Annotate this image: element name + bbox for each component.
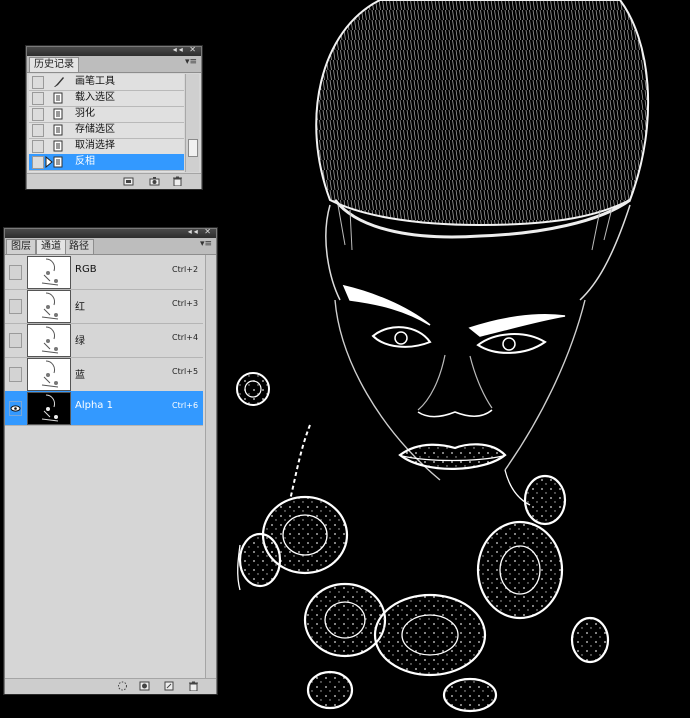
history-item-label: 羽化 <box>75 108 95 119</box>
collapse-close-controls[interactable]: ◂◂ ✕ <box>188 227 213 236</box>
channel-shortcut: Ctrl+5 <box>172 367 199 376</box>
history-panel-titlebar[interactable]: ◂◂ ✕ <box>27 45 201 56</box>
history-brush-source-checkbox[interactable] <box>32 92 44 105</box>
history-brush-source-checkbox[interactable] <box>32 76 44 89</box>
visibility-toggle[interactable] <box>9 265 22 280</box>
history-list: 画笔工具 载入选区 羽化 存储选区 取消选择 反相 <box>29 74 184 172</box>
channels-panel: ◂◂ ✕ 图层 通道 路径 ▾≡ RGB Ctrl+2 红 Ctrl+3 绿 C… <box>4 227 217 694</box>
channels-tab-bar: 图层 通道 路径 ▾≡ <box>5 238 216 255</box>
history-bottom-bar <box>27 173 201 189</box>
history-item[interactable]: 取消选择 <box>29 138 184 155</box>
channel-thumbnail <box>27 256 71 289</box>
channel-name: RGB <box>75 264 97 275</box>
panel-menu-icon[interactable]: ▾≡ <box>200 239 212 249</box>
history-item[interactable]: 羽化 <box>29 106 184 123</box>
visibility-toggle[interactable] <box>9 367 22 382</box>
channel-thumbnail <box>27 358 71 391</box>
history-step-icon <box>53 108 64 120</box>
history-step-icon <box>53 92 64 104</box>
channel-shortcut: Ctrl+2 <box>172 265 199 274</box>
new-channel-icon[interactable] <box>164 681 175 691</box>
channel-row-blue[interactable]: 蓝 Ctrl+5 <box>5 357 203 392</box>
channel-thumbnail <box>27 290 71 323</box>
history-step-icon <box>53 156 64 168</box>
brush-icon <box>53 76 64 88</box>
channel-thumbnail <box>27 392 71 425</box>
channel-list: RGB Ctrl+2 红 Ctrl+3 绿 Ctrl+4 蓝 Ctrl+5 Al… <box>5 255 205 678</box>
visibility-toggle[interactable] <box>9 333 22 348</box>
visibility-toggle[interactable] <box>9 299 22 314</box>
hair-bun-shape <box>315 0 650 227</box>
tab-layers[interactable]: 图层 <box>6 239 36 254</box>
save-selection-channel-icon[interactable] <box>139 681 150 691</box>
history-item-label: 反相 <box>75 156 95 167</box>
channel-shortcut: Ctrl+4 <box>172 333 199 342</box>
channel-name: Alpha 1 <box>75 400 113 411</box>
collapse-close-controls[interactable]: ◂◂ ✕ <box>173 45 198 54</box>
channel-row-rgb[interactable]: RGB Ctrl+2 <box>5 255 203 290</box>
history-item[interactable]: 画笔工具 <box>29 74 184 91</box>
channel-row-green[interactable]: 绿 Ctrl+4 <box>5 323 203 358</box>
history-item-selected[interactable]: 反相 <box>29 154 184 171</box>
channel-thumbnail <box>27 324 71 357</box>
history-item-label: 画笔工具 <box>75 76 115 87</box>
history-step-icon <box>53 140 64 152</box>
tab-history[interactable]: 历史记录 <box>29 57 79 72</box>
snapshot-camera-icon[interactable] <box>149 176 160 186</box>
history-brush-source-checkbox[interactable] <box>32 124 44 137</box>
channel-name: 蓝 <box>75 370 85 381</box>
tab-paths[interactable]: 路径 <box>64 239 94 254</box>
channels-scrollbar[interactable] <box>205 255 216 678</box>
history-panel: ◂◂ ✕ 历史记录 ▾≡ 画笔工具 载入选区 羽化 存储选区 取消选择 反相 <box>26 45 202 189</box>
trash-icon[interactable] <box>188 681 199 692</box>
history-tab-bar: 历史记录 ▾≡ <box>27 56 201 73</box>
history-item-label: 载入选区 <box>75 92 115 103</box>
channel-name: 红 <box>75 302 85 313</box>
history-brush-source-checkbox[interactable] <box>32 108 44 121</box>
history-brush-source-checkbox[interactable] <box>32 140 44 153</box>
history-item[interactable]: 存储选区 <box>29 122 184 139</box>
channel-shortcut: Ctrl+3 <box>172 299 199 308</box>
history-item-label: 存储选区 <box>75 124 115 135</box>
history-item-label: 取消选择 <box>75 140 115 151</box>
history-scrollbar[interactable] <box>185 74 199 172</box>
history-item[interactable]: 载入选区 <box>29 90 184 107</box>
channel-shortcut: Ctrl+6 <box>172 401 199 410</box>
trash-icon[interactable] <box>172 176 183 187</box>
history-state-slider-icon[interactable] <box>45 155 53 171</box>
channel-row-red[interactable]: 红 Ctrl+3 <box>5 289 203 324</box>
new-document-from-state-icon[interactable] <box>123 176 134 186</box>
panel-menu-icon[interactable]: ▾≡ <box>185 57 197 67</box>
scrollbar-thumb[interactable] <box>188 139 198 157</box>
channels-bottom-bar <box>5 678 216 694</box>
history-step-icon <box>53 124 64 136</box>
history-brush-source-checkbox[interactable] <box>32 156 44 169</box>
channels-panel-titlebar[interactable]: ◂◂ ✕ <box>5 227 216 238</box>
tab-channels[interactable]: 通道 <box>36 239 66 254</box>
eye-icon[interactable] <box>9 401 22 416</box>
channel-row-alpha-1[interactable]: Alpha 1 Ctrl+6 <box>5 391 203 426</box>
load-channel-selection-icon[interactable] <box>117 681 128 691</box>
channel-name: 绿 <box>75 336 85 347</box>
